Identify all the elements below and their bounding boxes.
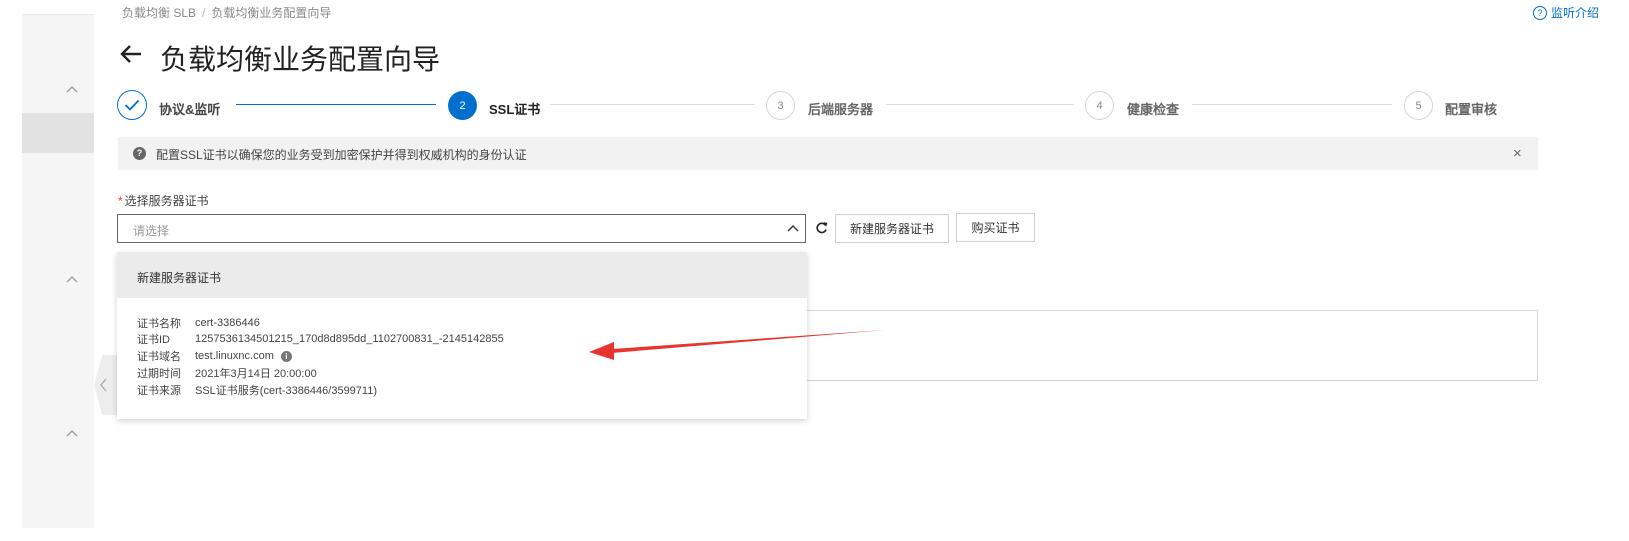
step-1-indicator <box>117 90 147 120</box>
step-4-indicator: 4 <box>1085 91 1114 120</box>
page-title: 负载均衡业务配置向导 <box>160 43 441 76</box>
cert-info-row[interactable]: 过期时间 2021年3月14日 20:00:00 <box>137 365 317 381</box>
help-icon: ? <box>1532 5 1547 20</box>
question-circle-icon: ? <box>133 147 146 160</box>
info-circle-icon[interactable]: i <box>280 350 292 362</box>
step-1-label: 协议&监听 <box>159 102 221 117</box>
cert-info-value: cert-3386446 <box>195 317 260 329</box>
chevron-up-icon[interactable] <box>66 274 78 286</box>
cert-info-key: 证书来源 <box>137 385 181 397</box>
required-mark: * <box>118 194 123 208</box>
cert-info-key: 证书ID <box>137 334 170 346</box>
chevron-up-icon[interactable] <box>787 223 799 233</box>
help-link[interactable]: ? 监听介绍 <box>1532 4 1599 21</box>
step-2-label: SSL证书 <box>489 102 541 117</box>
select-placeholder: 请选择 <box>133 224 170 238</box>
step-5-label: 配置审核 <box>1445 102 1498 117</box>
cert-info-row[interactable]: 证书名称 cert-3386446 <box>137 315 260 331</box>
breadcrumb-item[interactable]: 负载均衡 SLB <box>122 6 196 20</box>
tip-text: 配置SSL证书以确保您的业务受到加密保护并得到权威机构的身份认证 <box>156 148 527 162</box>
cert-info-key: 证书名称 <box>137 318 181 330</box>
chevron-up-icon[interactable] <box>66 428 78 440</box>
step-connector <box>236 104 436 105</box>
help-link-label: 监听介绍 <box>1550 6 1599 20</box>
sidebar <box>22 14 94 528</box>
chevron-left-icon <box>100 378 107 392</box>
cert-info-value: 1257536134501215_170d8d895dd_1102700831_… <box>195 333 504 345</box>
arrow-left-icon[interactable] <box>120 44 142 64</box>
dropdown-new-cert-label: 新建服务器证书 <box>137 271 222 285</box>
hidden-input-area <box>790 310 1538 381</box>
check-icon <box>124 99 140 111</box>
cert-info-value: SSL证书服务(cert-3386446/3599711) <box>195 385 378 397</box>
step-3-label: 后端服务器 <box>808 102 874 117</box>
field-label-text: 选择服务器证书 <box>124 194 209 208</box>
cert-info-row[interactable]: 证书域名 test.linuxnc.com i <box>137 348 292 364</box>
step-connector <box>1192 104 1392 105</box>
refresh-icon[interactable] <box>815 221 828 235</box>
step-5-indicator: 5 <box>1404 91 1433 120</box>
chevron-up-icon[interactable] <box>66 84 78 96</box>
cert-info-row[interactable]: 证书ID 1257536134501215_170d8d895dd_1102700… <box>137 331 504 347</box>
step-3-indicator: 3 <box>766 91 795 120</box>
new-server-cert-button[interactable]: 新建服务器证书 <box>835 214 949 243</box>
step-connector <box>550 104 755 105</box>
field-label: * 选择服务器证书 <box>118 192 209 209</box>
cert-info-value: test.linuxnc.com <box>195 350 274 362</box>
step-connector <box>886 104 1074 105</box>
buy-cert-button[interactable]: 购买证书 <box>956 213 1035 242</box>
cert-info-row[interactable]: 证书来源 SSL证书服务(cert-3386446/3599711) <box>137 382 377 398</box>
close-icon[interactable]: × <box>1513 146 1522 161</box>
server-cert-select[interactable] <box>117 214 806 243</box>
sidebar-collapse-handle[interactable] <box>94 355 118 415</box>
step-2-indicator: 2 <box>448 91 477 120</box>
cert-info-key: 证书域名 <box>137 351 181 363</box>
step-4-label: 健康检查 <box>1127 102 1180 117</box>
breadcrumb: 负载均衡 SLB / 负载均衡业务配置向导 <box>122 6 332 20</box>
sidebar-selected-item[interactable] <box>22 113 94 153</box>
breadcrumb-item: 负载均衡业务配置向导 <box>211 6 332 20</box>
cert-info-value: 2021年3月14日 20:00:00 <box>195 368 317 380</box>
cert-info-key: 过期时间 <box>137 368 181 380</box>
